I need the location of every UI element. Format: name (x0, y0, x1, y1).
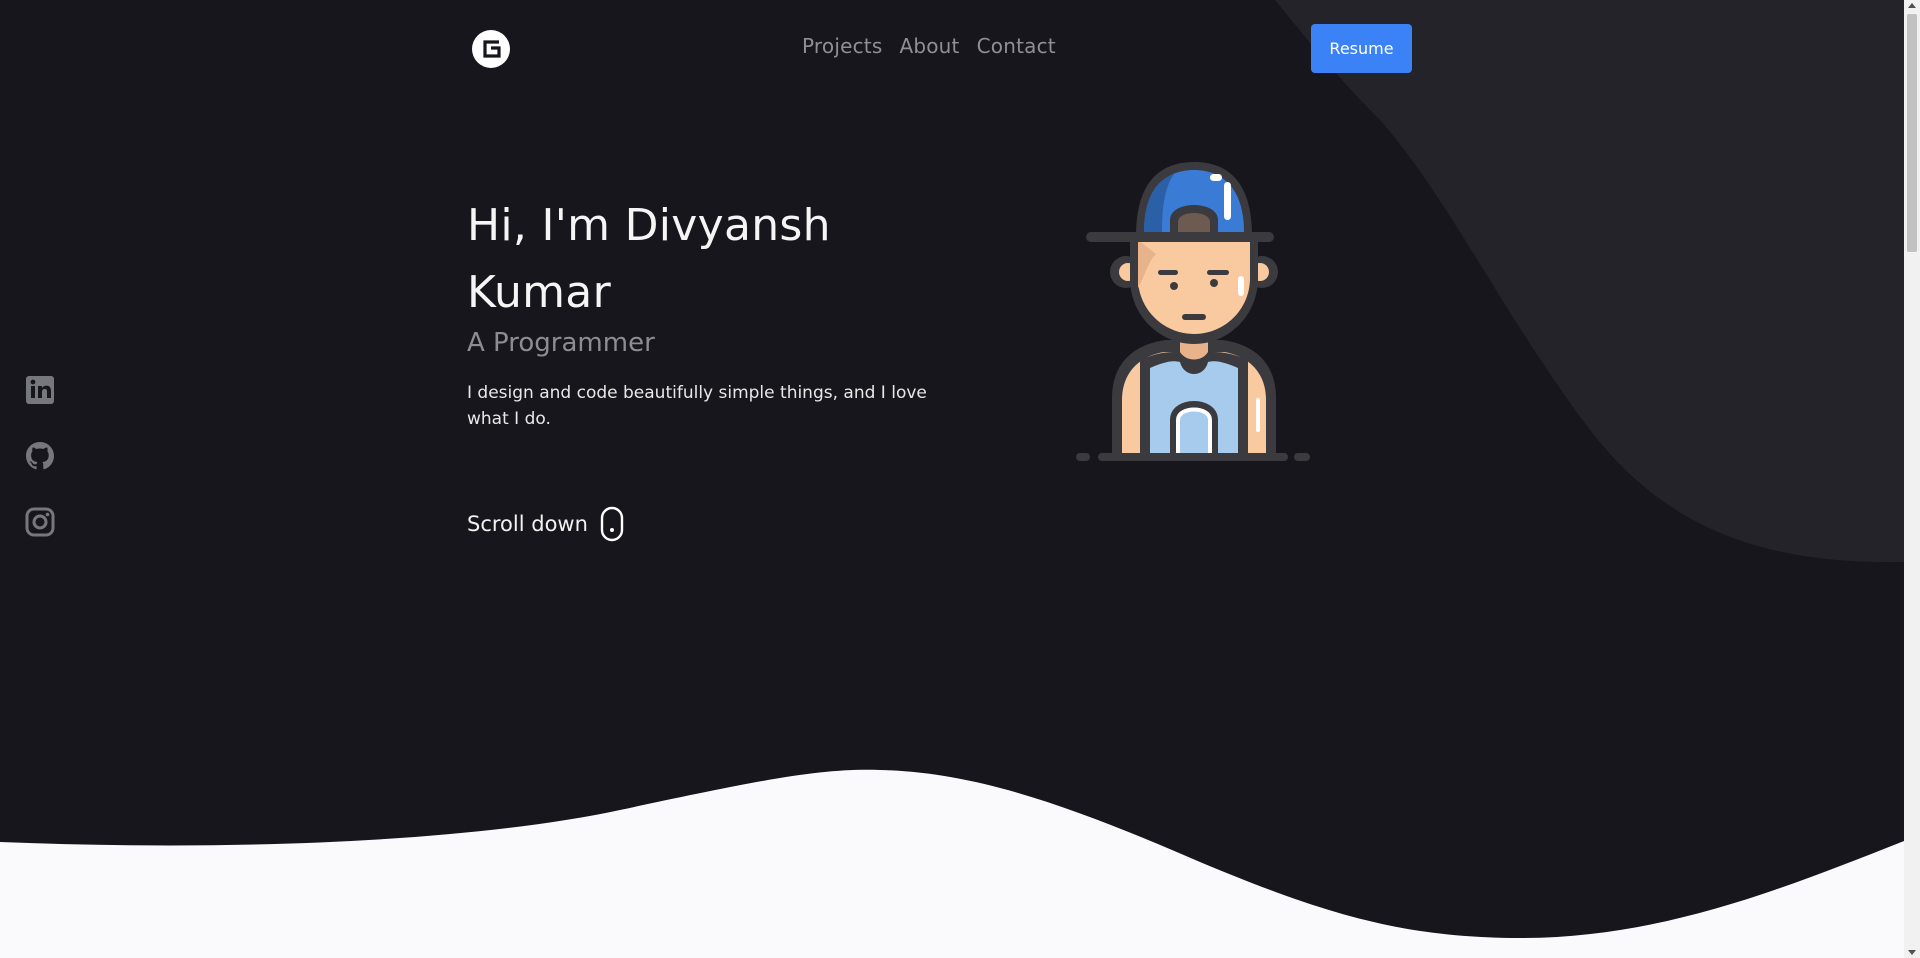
page-scrollbar[interactable] (1904, 0, 1920, 958)
nav-link-contact[interactable]: Contact (977, 34, 1056, 58)
hero-title: Hi, I'm Divyansh Kumar (467, 200, 831, 318)
linkedin-icon[interactable] (24, 374, 56, 406)
scroll-down-link[interactable]: Scroll down (467, 506, 624, 542)
hero-section: Hi, I'm Divyansh Kumar A Programmer I de… (467, 192, 967, 432)
nav-link-about[interactable]: About (899, 34, 959, 58)
resume-button[interactable]: Resume (1311, 24, 1412, 73)
scrollbar-thumb[interactable] (1907, 14, 1917, 252)
background-shapes (0, 0, 1904, 958)
mouse-icon (600, 506, 624, 542)
bottom-wave (0, 769, 1904, 958)
avatar-illustration (1076, 162, 1310, 461)
top-navigation: Projects About Contact Resume (0, 0, 1904, 98)
hero-subtitle: A Programmer (467, 328, 655, 358)
scroll-down-arrow-icon[interactable] (1908, 950, 1916, 955)
scroll-down-label: Scroll down (467, 512, 588, 536)
nav-links: Projects About Contact (802, 34, 1056, 58)
logo-icon[interactable] (471, 29, 511, 69)
instagram-icon[interactable] (24, 506, 56, 538)
hero-description: I design and code beautifully simple thi… (467, 383, 927, 429)
nav-link-projects[interactable]: Projects (802, 34, 882, 58)
scroll-up-arrow-icon[interactable] (1908, 3, 1916, 8)
social-links (24, 374, 56, 538)
github-icon[interactable] (24, 440, 56, 472)
